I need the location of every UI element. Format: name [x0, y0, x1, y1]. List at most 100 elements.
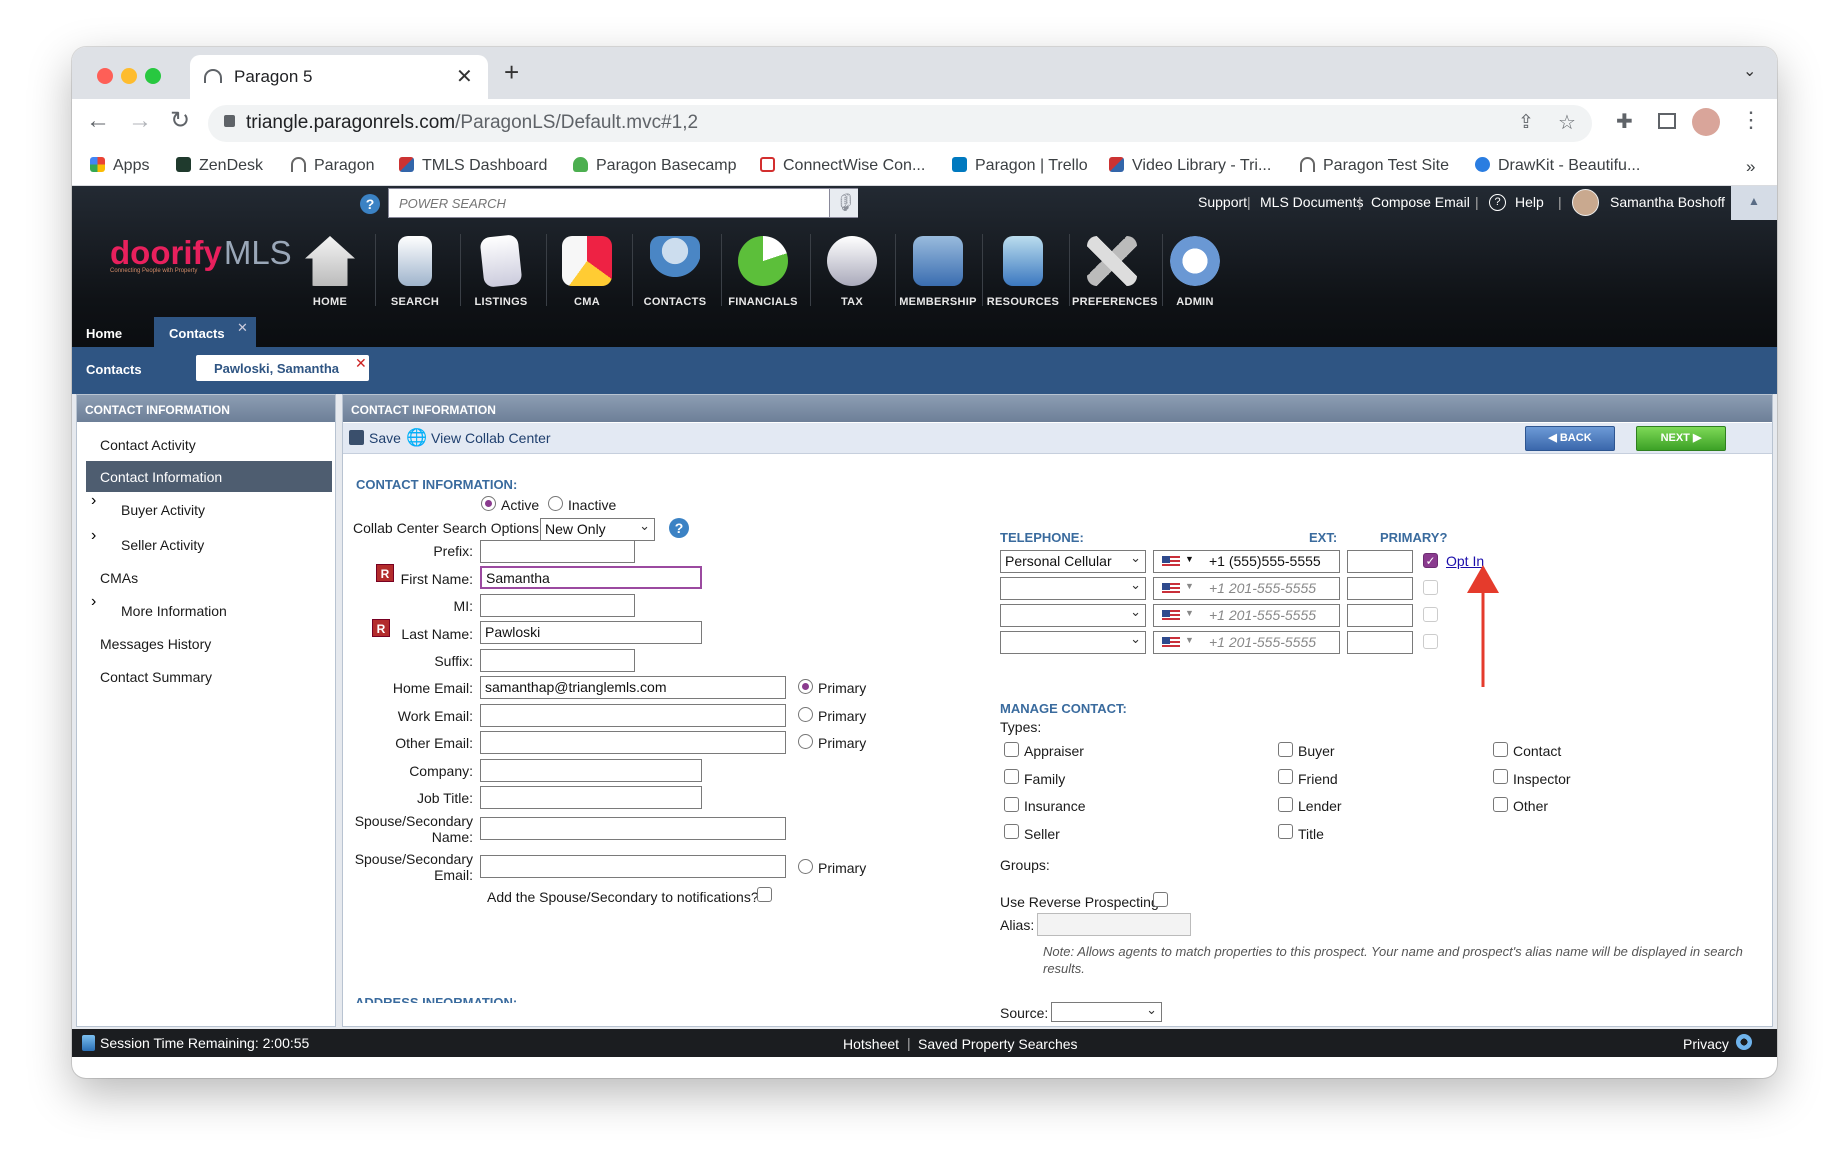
- spouse-name-input[interactable]: [480, 817, 786, 840]
- reverse-prospecting-checkbox[interactable]: [1153, 892, 1168, 907]
- primary-phone-checkbox-1[interactable]: ✓: [1423, 553, 1438, 568]
- nav-contact-activity[interactable]: Contact Activity: [86, 429, 332, 460]
- status-active-radio[interactable]: [481, 496, 496, 511]
- type-friend-checkbox[interactable]: [1278, 769, 1293, 784]
- new-tab-icon[interactable]: +: [504, 57, 519, 88]
- help-question-icon[interactable]: ?: [669, 518, 689, 538]
- mls-documents-link[interactable]: MLS Documents: [1260, 194, 1363, 210]
- phone-type-select-1[interactable]: Personal Cellular ⌄: [1000, 550, 1146, 573]
- menu-contacts[interactable]: CONTACTS: [635, 236, 715, 308]
- bookmark-zendesk[interactable]: ZenDesk: [176, 157, 263, 175]
- user-avatar[interactable]: [1572, 189, 1599, 216]
- ext-input-4[interactable]: [1347, 631, 1413, 654]
- microphone-icon[interactable]: 🎙: [829, 189, 858, 217]
- nav-cmas[interactable]: CMAs: [86, 562, 332, 593]
- phone-input-4[interactable]: ▼ +1 201-555-5555: [1153, 631, 1340, 654]
- status-inactive-radio[interactable]: [548, 496, 563, 511]
- profile-avatar[interactable]: [1692, 108, 1720, 136]
- maximize-window-button[interactable]: [145, 68, 161, 84]
- close-subtab-icon[interactable]: ✕: [355, 355, 367, 372]
- subtab-pawloski[interactable]: Pawloski, Samantha ✕: [196, 355, 369, 381]
- bookmark-video-library[interactable]: Video Library - Tri...: [1109, 157, 1271, 175]
- minimize-window-button[interactable]: [121, 68, 137, 84]
- hotsheet-link[interactable]: Hotsheet: [843, 1036, 899, 1052]
- menu-home[interactable]: HOME: [290, 236, 370, 308]
- chrome-menu-icon[interactable]: ⋮: [1740, 107, 1762, 133]
- side-panel-icon[interactable]: [1658, 113, 1676, 129]
- tab-home[interactable]: Home: [86, 326, 122, 341]
- reload-icon[interactable]: ↻: [170, 106, 190, 135]
- saved-property-searches-link[interactable]: Saved Property Searches: [918, 1036, 1078, 1052]
- type-buyer-checkbox[interactable]: [1278, 742, 1293, 757]
- collab-options-select[interactable]: New Only ⌄: [540, 518, 655, 541]
- collapse-header-icon[interactable]: ▲: [1731, 186, 1777, 220]
- source-select[interactable]: ⌄: [1051, 1002, 1162, 1022]
- bookmark-basecamp[interactable]: Paragon Basecamp: [573, 157, 737, 175]
- menu-cma[interactable]: CMA: [547, 236, 627, 308]
- back-arrow-icon[interactable]: ←: [86, 107, 110, 135]
- menu-resources[interactable]: RESOURCES: [983, 236, 1063, 308]
- bookmark-trello[interactable]: Paragon | Trello: [952, 157, 1088, 175]
- menu-preferences[interactable]: PREFERENCES: [1072, 236, 1158, 308]
- bookmark-drawkit[interactable]: DrawKit - Beautifu...: [1475, 157, 1640, 175]
- bookmark-connectwise[interactable]: ConnectWise Con...: [760, 157, 925, 175]
- ext-input-2[interactable]: [1347, 577, 1413, 600]
- bookmarks-overflow-icon[interactable]: »: [1746, 157, 1755, 177]
- privacy-link[interactable]: Privacy: [1683, 1036, 1729, 1052]
- close-tab-icon[interactable]: ✕: [456, 64, 473, 89]
- expand-chevron-icon[interactable]: ›: [91, 527, 96, 545]
- view-collab-center-link[interactable]: View Collab Center: [431, 430, 551, 446]
- menu-membership[interactable]: MEMBERSHIP: [898, 236, 978, 308]
- phone-input-2[interactable]: ▼ +1 201-555-5555: [1153, 577, 1340, 600]
- subtab-contacts[interactable]: Contacts: [86, 362, 142, 377]
- ext-input-3[interactable]: [1347, 604, 1413, 627]
- phone-input-1[interactable]: ▼ +1 (555)555-5555: [1153, 550, 1340, 573]
- close-window-button[interactable]: [97, 68, 113, 84]
- type-lender-checkbox[interactable]: [1278, 797, 1293, 812]
- primary-phone-checkbox-4[interactable]: [1423, 634, 1438, 649]
- type-other-checkbox[interactable]: [1493, 797, 1508, 812]
- phone-type-select-4[interactable]: ⌄: [1000, 631, 1146, 654]
- other-email-primary-radio[interactable]: [798, 734, 813, 749]
- expand-chevron-icon[interactable]: ›: [91, 492, 96, 510]
- browser-tab[interactable]: Paragon 5 ✕: [190, 55, 488, 99]
- compose-email-link[interactable]: Compose Email: [1371, 194, 1470, 210]
- nav-messages-history[interactable]: Messages History: [86, 628, 332, 659]
- help-link[interactable]: Help: [1515, 194, 1544, 210]
- work-email-input[interactable]: [480, 704, 786, 727]
- expand-chevron-icon[interactable]: ›: [91, 593, 96, 611]
- tab-contacts[interactable]: Contacts ✕: [154, 317, 256, 347]
- menu-search[interactable]: SEARCH: [375, 236, 455, 308]
- phone-input-3[interactable]: ▼ +1 201-555-5555: [1153, 604, 1340, 627]
- nav-buyer-activity[interactable]: Buyer Activity: [107, 494, 353, 525]
- primary-phone-checkbox-2[interactable]: [1423, 580, 1438, 595]
- bookmark-apps[interactable]: Apps: [90, 157, 149, 175]
- address-bar[interactable]: triangle.paragonrels.com/ParagonLS/Defau…: [208, 105, 1592, 142]
- alias-input[interactable]: [1037, 913, 1191, 936]
- support-link[interactable]: Support: [1198, 194, 1247, 210]
- nav-more-information[interactable]: More Information: [107, 595, 353, 626]
- share-icon[interactable]: ⇪: [1518, 111, 1534, 134]
- forward-arrow-icon[interactable]: →: [128, 107, 152, 135]
- settings-gear-icon[interactable]: [1736, 1034, 1752, 1050]
- menu-admin[interactable]: ADMIN: [1155, 236, 1235, 308]
- power-search-input[interactable]: [389, 189, 819, 217]
- notify-spouse-checkbox[interactable]: [757, 887, 772, 902]
- type-appraiser-checkbox[interactable]: [1004, 742, 1019, 757]
- job-title-input[interactable]: [480, 786, 702, 809]
- type-seller-checkbox[interactable]: [1004, 824, 1019, 839]
- nav-contact-summary[interactable]: Contact Summary: [86, 661, 332, 692]
- type-inspector-checkbox[interactable]: [1493, 769, 1508, 784]
- type-family-checkbox[interactable]: [1004, 769, 1019, 784]
- home-email-input[interactable]: samanthap@trianglemls.com: [480, 676, 786, 699]
- last-name-input[interactable]: Pawloski: [480, 621, 702, 644]
- bookmark-paragon[interactable]: Paragon: [291, 157, 375, 175]
- user-name[interactable]: Samantha Boshoff: [1610, 194, 1725, 210]
- phone-type-select-3[interactable]: ⌄: [1000, 604, 1146, 627]
- prefix-input[interactable]: [480, 540, 635, 563]
- back-button[interactable]: ◀ BACK: [1525, 426, 1615, 451]
- close-tab-contacts-icon[interactable]: ✕: [237, 320, 248, 336]
- next-button[interactable]: NEXT ▶: [1636, 426, 1726, 451]
- type-insurance-checkbox[interactable]: [1004, 797, 1019, 812]
- bookmark-tmls-dashboard[interactable]: TMLS Dashboard: [399, 157, 547, 175]
